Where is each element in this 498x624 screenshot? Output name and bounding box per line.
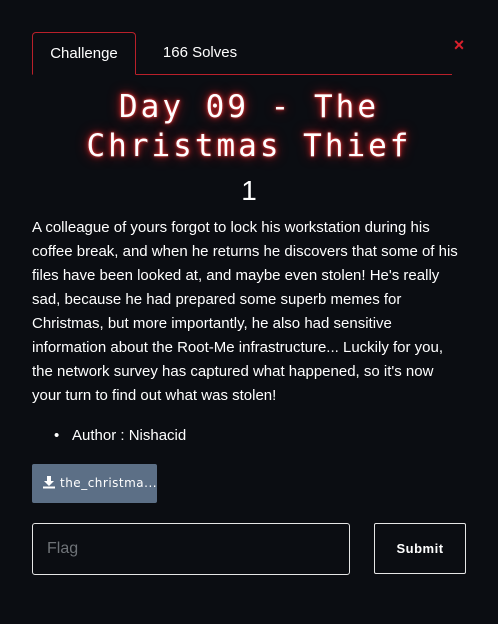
tab-challenge[interactable]: Challenge (32, 32, 136, 75)
author-text: Author : Nishacid (72, 427, 187, 444)
challenge-description: A colleague of yours forgot to lock his … (32, 219, 458, 404)
challenge-tabs: Challenge 166 Solves (32, 32, 452, 75)
download-icon (43, 476, 55, 489)
file-name: the_christma... (60, 476, 157, 490)
challenge-value: 1 (241, 175, 257, 206)
close-icon[interactable]: × (450, 36, 468, 54)
challenge-modal: Challenge 166 Solves × Day 09 - The Chri… (0, 0, 498, 624)
flag-input[interactable] (32, 523, 350, 575)
author-list-item: • Author : Nishacid (54, 426, 187, 446)
submit-button[interactable]: Submit (374, 523, 466, 574)
file-download-button[interactable]: the_christma... (32, 464, 157, 503)
tab-solves[interactable]: 166 Solves (152, 32, 248, 74)
challenge-title: Day 09 - The Christmas Thief (86, 89, 412, 164)
bullet: • (54, 427, 60, 444)
